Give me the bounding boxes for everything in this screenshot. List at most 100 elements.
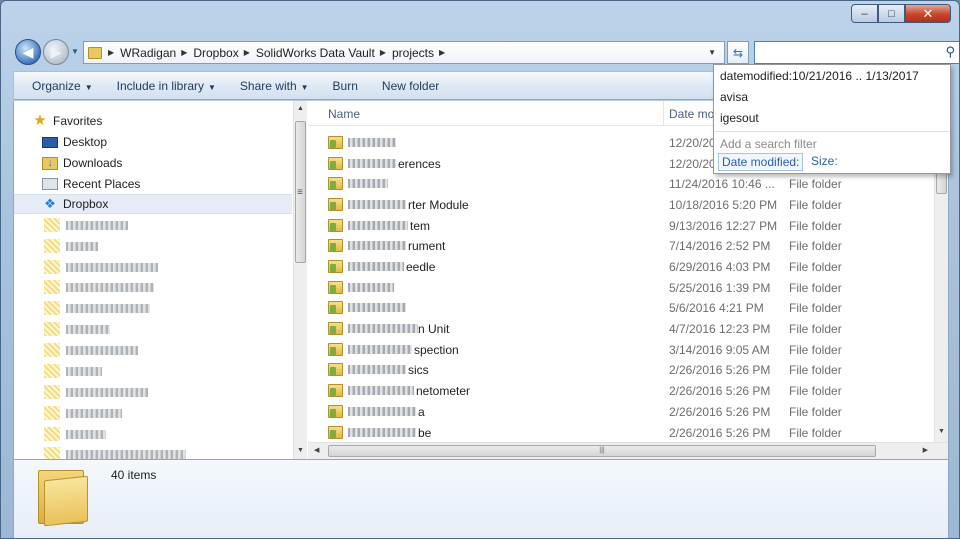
chevron-right-icon[interactable]: ▶ <box>439 48 445 57</box>
organize-button[interactable]: Organize ▼ <box>20 79 105 93</box>
nav-item-blurred[interactable] <box>44 239 98 253</box>
file-row[interactable]: rument 7/14/2016 2:52 PM File folder <box>308 236 928 256</box>
search-box[interactable]: ⚲ <box>754 41 959 64</box>
scrollbar-thumb[interactable]: ||| <box>328 445 876 457</box>
back-button[interactable]: ◀ <box>15 39 41 65</box>
breadcrumb-solidworks-data-vault[interactable]: SolidWorks Data Vault <box>256 46 375 60</box>
nav-downloads[interactable]: ↓ Downloads <box>42 153 307 173</box>
include-in-library-button[interactable]: Include in library ▼ <box>105 79 228 93</box>
file-row[interactable]: 5/25/2016 1:39 PM File folder <box>308 278 928 298</box>
file-row[interactable]: 5/6/2016 4:21 PM File folder <box>308 298 928 318</box>
search-input[interactable] <box>755 42 935 63</box>
file-row[interactable]: eedle 6/29/2016 4:03 PM File folder <box>308 257 928 277</box>
share-with-button[interactable]: Share with ▼ <box>228 79 321 93</box>
new-folder-button[interactable]: New folder <box>370 79 451 93</box>
nav-favorites[interactable]: ★ Favorites <box>32 111 307 131</box>
star-icon: ★ <box>33 112 47 129</box>
scroll-down-icon[interactable]: ▼ <box>938 428 945 435</box>
nav-item-blurred[interactable] <box>44 406 122 420</box>
close-button[interactable]: ✕ <box>905 4 951 23</box>
chevron-right-icon[interactable]: ▶ <box>244 48 250 57</box>
nav-dropbox[interactable]: ❖ Dropbox <box>14 194 292 214</box>
explorer-window: ‒ □ ✕ ◀ ▶ ▼ ▶ WRadigan ▶ Dropbox ▶ Solid… <box>0 0 960 539</box>
forward-button[interactable]: ▶ <box>43 39 69 65</box>
nav-desktop[interactable]: Desktop <box>42 132 307 152</box>
minimize-button[interactable]: ‒ <box>851 4 878 23</box>
file-row[interactable]: a 2/26/2016 5:26 PM File folder <box>308 402 928 422</box>
file-row[interactable]: n Unit 4/7/2016 12:23 PM File folder <box>308 319 928 339</box>
file-date: 10/18/2016 5:20 PM <box>669 198 778 212</box>
search-icon[interactable]: ⚲ <box>945 44 955 60</box>
chevron-right-icon[interactable]: ▶ <box>380 48 386 57</box>
redacted-text <box>66 345 138 355</box>
scroll-down-icon[interactable]: ▼ <box>297 447 304 454</box>
file-row[interactable]: be 2/26/2016 5:26 PM File folder <box>308 423 928 443</box>
pane-splitter-grip-icon[interactable]: ≡ <box>297 187 303 198</box>
search-suggestion[interactable]: datemodified:10/21/2016 .. 1/13/2017 <box>720 69 919 83</box>
search-suggestion[interactable]: avisa <box>720 90 748 104</box>
nav-pane-scrollbar[interactable]: ▲ ▼ <box>293 101 307 459</box>
folder-icon <box>44 343 60 357</box>
scroll-left-icon[interactable]: ◀ <box>314 446 319 454</box>
folder-icon <box>328 219 343 232</box>
nav-item-blurred[interactable] <box>44 260 158 274</box>
chevron-down-icon: ▼ <box>208 82 216 92</box>
nav-item-blurred[interactable] <box>44 343 138 357</box>
column-divider[interactable] <box>663 101 664 126</box>
redacted-text <box>66 449 186 459</box>
refresh-button[interactable]: ⇆ <box>727 41 749 64</box>
breadcrumb-wradigan[interactable]: WRadigan <box>120 46 176 60</box>
scroll-up-icon[interactable]: ▲ <box>297 105 304 112</box>
nav-recent-places[interactable]: Recent Places <box>42 174 307 194</box>
nav-item-blurred[interactable] <box>44 447 186 459</box>
breadcrumb-dropbox[interactable]: Dropbox <box>193 46 238 60</box>
folder-icon <box>44 239 60 253</box>
nav-item-blurred[interactable] <box>44 385 148 399</box>
search-suggestion[interactable]: igesout <box>720 111 759 125</box>
file-type: File folder <box>789 177 842 191</box>
date-modified-filter[interactable]: Date modified: <box>718 153 804 171</box>
nav-item-blurred[interactable] <box>44 301 150 315</box>
file-row[interactable]: sics 2/26/2016 5:26 PM File folder <box>308 360 928 380</box>
nav-item-blurred[interactable] <box>44 280 154 294</box>
address-dropdown-icon[interactable]: ▼ <box>708 48 716 57</box>
file-row[interactable]: netometer 2/26/2016 5:26 PM File folder <box>308 381 928 401</box>
nav-item-blurred[interactable] <box>44 364 102 378</box>
maximize-button[interactable]: □ <box>878 4 905 23</box>
nav-item-blurred[interactable] <box>44 322 110 336</box>
file-name: sics <box>408 363 429 377</box>
recent-pages-dropdown-icon[interactable]: ▼ <box>71 47 79 56</box>
burn-button[interactable]: Burn <box>321 79 370 93</box>
nav-item-blurred[interactable] <box>44 427 106 441</box>
chevron-right-icon[interactable]: ▶ <box>181 48 187 57</box>
folder-icon <box>44 260 60 274</box>
details-pane: 40 items <box>13 459 949 538</box>
back-arrow-icon: ◀ <box>22 43 34 60</box>
include-in-library-label: Include in library <box>116 78 204 93</box>
address-row: ◀ ▶ ▼ ▶ WRadigan ▶ Dropbox ▶ SolidWorks … <box>13 38 959 66</box>
nav-favorites-label: Favorites <box>53 114 103 128</box>
dropbox-icon: ❖ <box>44 196 56 211</box>
scroll-right-icon[interactable]: ▶ <box>923 446 928 454</box>
column-header-date-modified[interactable]: Date mo <box>669 107 714 121</box>
file-row[interactable]: spection 3/14/2016 9:05 AM File folder <box>308 340 928 360</box>
breadcrumb-projects[interactable]: projects <box>392 46 434 60</box>
file-name: erences <box>398 157 441 171</box>
size-filter[interactable]: Size: <box>808 153 841 171</box>
file-row[interactable]: rter Module 10/18/2016 5:20 PM File folder <box>308 195 928 215</box>
chevron-right-icon[interactable]: ▶ <box>108 48 114 57</box>
nav-item-blurred[interactable] <box>44 218 128 232</box>
folder-icon <box>328 343 343 356</box>
folder-icon <box>44 447 60 459</box>
file-name: a <box>418 405 425 419</box>
address-bar[interactable]: ▶ WRadigan ▶ Dropbox ▶ SolidWorks Data V… <box>83 41 725 64</box>
file-list-horizontal-scrollbar[interactable]: ◀ ||| ▶ <box>308 442 948 459</box>
redacted-text <box>348 241 406 250</box>
file-date: 2/26/2016 5:26 PM <box>669 405 771 419</box>
file-row[interactable]: 11/24/2016 10:46 ... File folder <box>308 174 928 194</box>
folder-icon <box>328 239 343 252</box>
folder-icon <box>328 363 343 376</box>
file-row[interactable]: tem 9/13/2016 12:27 PM File folder <box>308 216 928 236</box>
redacted-text <box>348 138 396 147</box>
column-header-name[interactable]: Name <box>328 107 360 121</box>
